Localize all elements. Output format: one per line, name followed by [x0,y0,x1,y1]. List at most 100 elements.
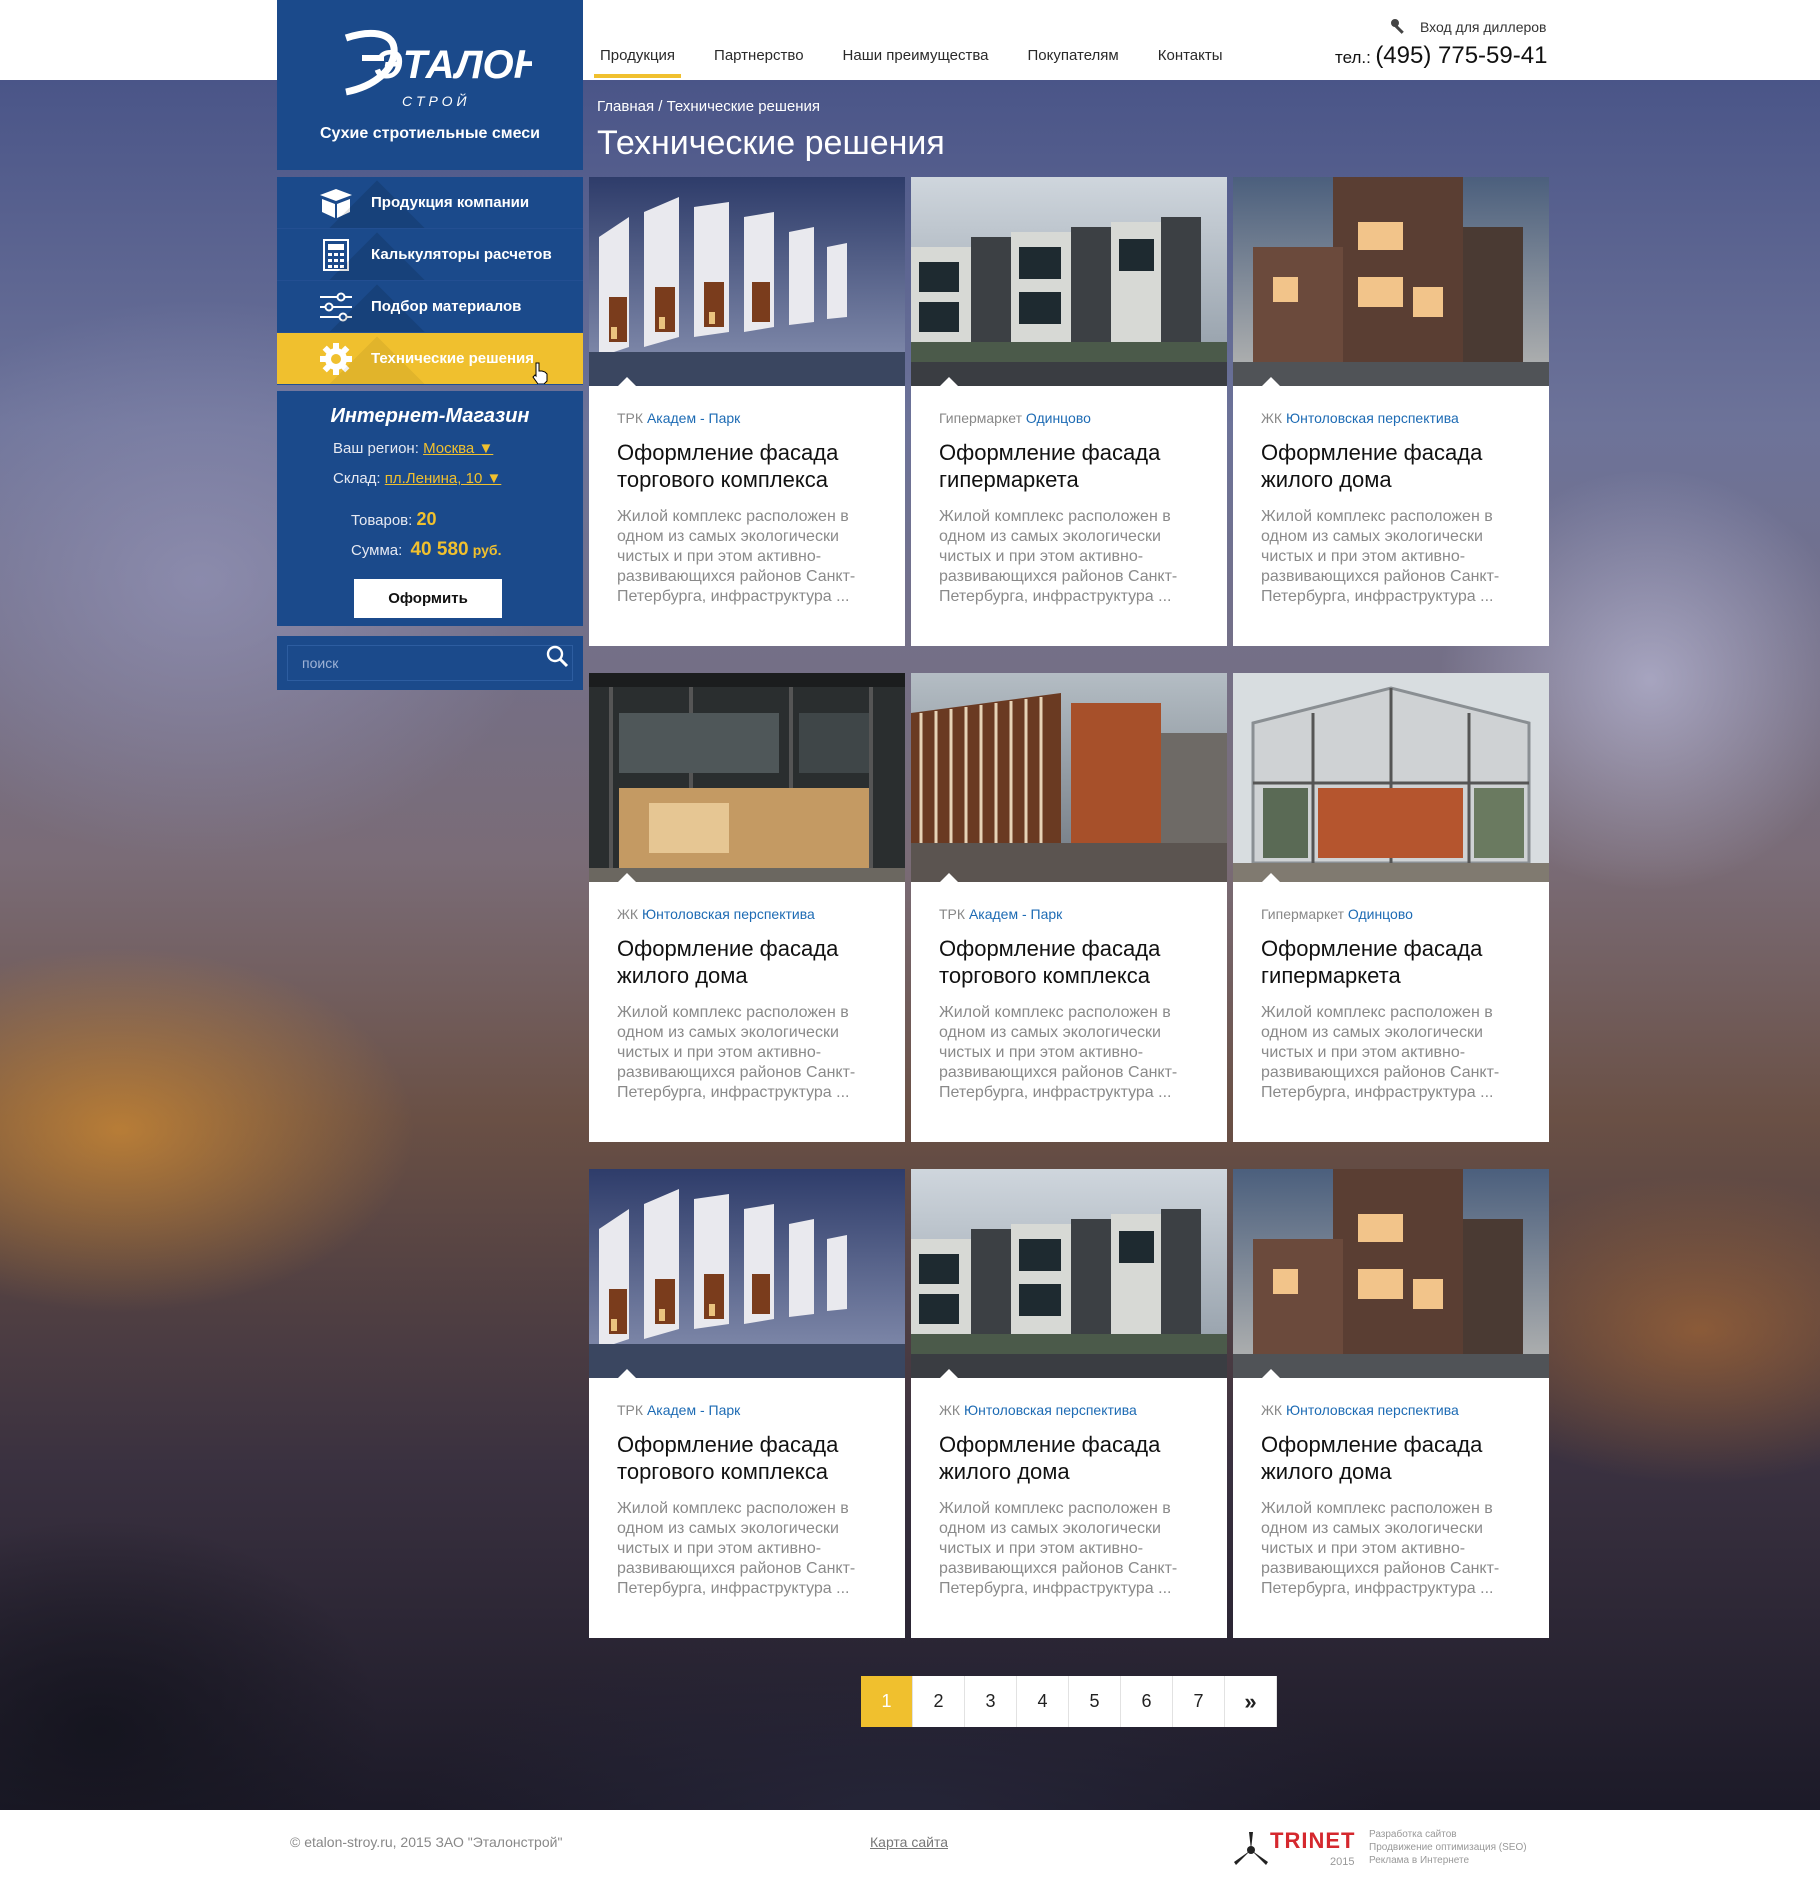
phone-number: (495) 775-59-41 [1375,42,1548,69]
developer-service: Разработка сайтов [1369,1829,1457,1840]
card-image[interactable] [911,1169,1227,1378]
solution-card[interactable]: ЖК Юнтоловская перспектива Оформление фа… [1233,177,1549,646]
card-category: ЖК Юнтоловская перспектива [939,1402,1137,1418]
page-5[interactable]: 5 [1069,1676,1121,1727]
sum-label: Сумма: [351,542,403,559]
card-image[interactable] [911,673,1227,882]
sitemap-link[interactable]: Карта сайта [870,1834,948,1850]
card-image[interactable] [1233,673,1549,882]
region-label: Ваш регион: [333,440,419,457]
phone-label: тел.: [1335,48,1371,67]
card-place-link[interactable]: Академ - Парк [969,906,1062,922]
card-place-link[interactable]: Юнтоловская перспектива [1286,1402,1459,1418]
card-description: Жилой комплекс расположен в одном из сам… [1261,508,1500,605]
card-image[interactable] [1233,1169,1549,1378]
card-place-link[interactable]: Академ - Парк [647,410,740,426]
card-category: ЖК Юнтоловская перспектива [617,906,815,922]
page-6[interactable]: 6 [1121,1676,1173,1727]
nav-contacts[interactable]: Контакты [1158,47,1223,76]
solution-card[interactable]: ТРК Академ - Парк Оформление фасада торг… [589,1169,905,1638]
page-1[interactable]: 1 [861,1676,913,1727]
online-shop-widget: Интернет-Магазин Ваш регион: Москва ▼ Ск… [277,391,583,626]
card-category: ТРК Академ - Парк [617,410,740,426]
card-notch [1261,873,1281,883]
card-title[interactable]: Оформление фасада торгового комплекса [617,439,887,493]
card-title[interactable]: Оформление фасада торгового комплекса [617,1431,887,1485]
developer-services: Разработка сайтов Продвижение оптимизаци… [1369,1828,1569,1867]
card-description: Жилой комплекс расположен в одном из сам… [939,1004,1178,1101]
sidebar-item-materials[interactable]: Подбор материалов [277,281,583,333]
checkout-button[interactable]: Оформить [354,579,502,618]
card-image[interactable] [589,177,905,386]
sidebar-item-products[interactable]: Продукция компании [277,177,583,229]
card-image[interactable] [1233,177,1549,386]
sidebar-item-label: Продукция компании [371,194,530,211]
card-place-link[interactable]: Академ - Парк [647,1402,740,1418]
card-image[interactable] [589,673,905,882]
page-title: Технические решения [597,124,945,162]
solution-card[interactable]: ТРК Академ - Парк Оформление фасада торг… [589,177,905,646]
pagination: 1 2 3 4 5 6 7 » [861,1676,1277,1727]
card-place-link[interactable]: Юнтоловская перспектива [964,1402,1137,1418]
page-2[interactable]: 2 [913,1676,965,1727]
logo-block[interactable]: ЭТАЛОН С Т Р О Й Сухие стротиельные смес… [277,0,583,170]
dealer-login-link[interactable]: Вход для диллеров [1390,18,1547,36]
sidebar-item-tech-solutions[interactable]: Технические решения [277,333,583,385]
solution-card[interactable]: ЖК Юнтоловская перспектива Оформление фа… [589,673,905,1142]
dealer-login-label: Вход для диллеров [1420,19,1547,35]
trinet-logo-icon [1234,1832,1268,1865]
card-notch [617,873,637,883]
card-type: ЖК [1261,410,1283,426]
nav-advantages[interactable]: Наши преимущества [843,47,989,76]
copyright: © etalon-stroy.ru, 2015 ЗАО "Эталонстрой… [290,1834,563,1850]
card-notch [1261,377,1281,387]
page-4[interactable]: 4 [1017,1676,1069,1727]
sidebar-item-label: Технические решения [371,350,535,367]
main-nav: Продукция Партнерство Наши преимущества … [593,47,1262,78]
solution-card[interactable]: ЖК Юнтоловская перспектива Оформление фа… [1233,1169,1549,1638]
nav-partnership[interactable]: Партнерство [714,47,804,76]
solution-card[interactable]: Гипермаркет Одинцово Оформление фасада г… [1233,673,1549,1142]
sum-value: 40 580 [410,539,469,560]
card-notch [939,873,959,883]
items-count: 20 [416,509,437,529]
card-title[interactable]: Оформление фасада торгового комплекса [939,935,1209,989]
card-category: Гипермаркет Одинцово [1261,906,1413,922]
sum-currency: руб. [472,542,502,558]
nav-customers[interactable]: Покупателям [1028,47,1119,76]
nav-products[interactable]: Продукция [593,47,682,78]
card-category: ТРК Академ - Парк [617,1402,740,1418]
page-next-icon[interactable]: » [1225,1676,1277,1727]
card-place-link[interactable]: Одинцово [1348,906,1413,922]
card-title[interactable]: Оформление фасада жилого дома [1261,439,1531,493]
breadcrumb[interactable]: Главная / Технические решения [597,98,820,115]
card-title[interactable]: Оформление фасада жилого дома [939,1431,1209,1485]
card-title[interactable]: Оформление фасада гипермаркета [1261,935,1531,989]
card-title[interactable]: Оформление фасада гипермаркета [939,439,1209,493]
region-row: Ваш регион: Москва ▼ [333,440,493,457]
page-7[interactable]: 7 [1173,1676,1225,1727]
solution-card[interactable]: Гипермаркет Одинцово Оформление фасада г… [911,177,1227,646]
card-place-link[interactable]: Одинцово [1026,410,1091,426]
side-menu: Продукция компании Калькуляторы расчетов… [277,177,583,385]
card-type: ТРК [939,906,966,922]
search-icon[interactable] [545,644,569,668]
region-select[interactable]: Москва ▼ [423,440,493,457]
sidebar-item-calculators[interactable]: Калькуляторы расчетов [277,229,583,281]
card-place-link[interactable]: Юнтоловская перспектива [1286,410,1459,426]
sidebar-item-label: Калькуляторы расчетов [371,246,552,263]
card-title[interactable]: Оформление фасада жилого дома [617,935,887,989]
card-place-link[interactable]: Юнтоловская перспектива [642,906,815,922]
solution-card[interactable]: ТРК Академ - Парк Оформление фасада торг… [911,673,1227,1142]
shop-title: Интернет-Магазин [330,405,530,427]
solution-card[interactable]: ЖК Юнтоловская перспектива Оформление фа… [911,1169,1227,1638]
warehouse-select[interactable]: пл.Ленина, 10 ▼ [385,470,502,487]
card-image[interactable] [911,177,1227,386]
card-title[interactable]: Оформление фасада жилого дома [1261,1431,1531,1485]
card-image[interactable] [589,1169,905,1378]
search-input[interactable]: поиск [287,645,573,681]
key-icon [1391,19,1404,34]
logo-tagline: Сухие стротиельные смеси [319,125,540,142]
page-3[interactable]: 3 [965,1676,1017,1727]
card-type: ЖК [1261,1402,1283,1418]
